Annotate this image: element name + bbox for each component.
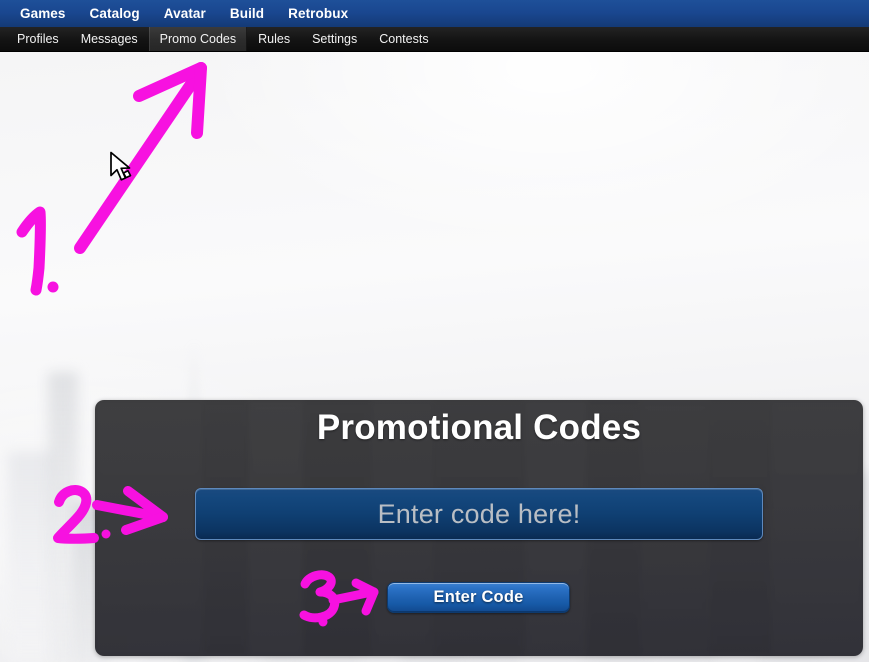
enter-code-button-label: Enter Code (433, 588, 524, 606)
subnav-item-messages[interactable]: Messages (70, 27, 149, 51)
promo-code-input[interactable]: Enter code here! (195, 488, 763, 540)
subnav-item-settings[interactable]: Settings (301, 27, 368, 51)
page-root: Games Catalog Avatar Build Retrobux Prof… (0, 0, 869, 662)
primary-navigation: Games Catalog Avatar Build Retrobux (0, 0, 869, 27)
topnav-item-retrobux[interactable]: Retrobux (276, 0, 360, 27)
secondary-navigation: Profiles Messages Promo Codes Rules Sett… (0, 27, 869, 52)
promo-codes-panel: Promotional Codes Enter code here! Enter… (95, 400, 863, 656)
subnav-item-profiles[interactable]: Profiles (6, 27, 70, 51)
page-title: Promotional Codes (316, 408, 642, 447)
topnav-item-avatar[interactable]: Avatar (152, 0, 218, 27)
enter-code-button[interactable]: Enter Code (387, 582, 570, 613)
subnav-item-rules[interactable]: Rules (247, 27, 301, 51)
subnav-item-promo-codes[interactable]: Promo Codes (148, 27, 248, 51)
topnav-item-build[interactable]: Build (218, 0, 276, 27)
topnav-item-games[interactable]: Games (8, 0, 78, 27)
topnav-item-catalog[interactable]: Catalog (78, 0, 152, 27)
promo-code-input-placeholder: Enter code here! (377, 498, 581, 529)
subnav-item-contests[interactable]: Contests (368, 27, 439, 51)
